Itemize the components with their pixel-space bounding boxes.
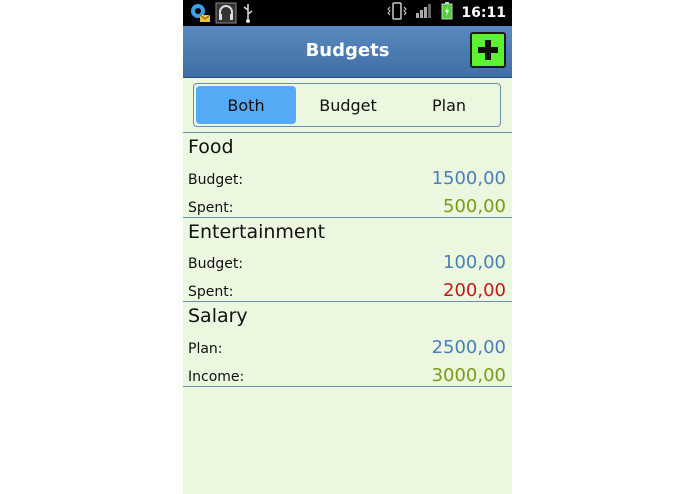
plan-value: 2500,00 (431, 337, 506, 358)
spent-value: 500,00 (443, 196, 506, 217)
phone-screen: 16:11 Budgets Both Budget Plan Food Budg… (183, 0, 512, 494)
budget-row: Budget: 100,00 (183, 247, 512, 275)
budget-value: 1500,00 (431, 168, 506, 189)
budget-value: 100,00 (443, 252, 506, 273)
status-bar: 16:11 (183, 0, 512, 26)
tab-both[interactable]: Both (196, 86, 296, 124)
row-label: Spent: (188, 200, 234, 216)
vibrate-icon (387, 1, 408, 25)
usb-icon (241, 2, 255, 28)
add-budget-button[interactable] (470, 32, 506, 68)
category-entertainment[interactable]: Entertainment Budget: 100,00 Spent: 200,… (183, 218, 512, 302)
headset-icon (215, 2, 237, 28)
plan-row: Plan: 2500,00 (183, 332, 512, 360)
category-name: Food (188, 136, 234, 158)
row-label: Income: (188, 369, 245, 385)
row-label: Budget: (188, 172, 244, 188)
signal-icon (415, 3, 433, 23)
category-name: Entertainment (188, 221, 326, 243)
category-food[interactable]: Food Budget: 1500,00 Spent: 500,00 (183, 133, 512, 218)
app-header: Budgets (183, 26, 512, 78)
filter-tabs: Both Budget Plan (193, 83, 501, 127)
page-title: Budgets (305, 40, 390, 61)
clock: 16:11 (461, 5, 506, 21)
system-icons: 16:11 (387, 0, 506, 26)
spent-value: 200,00 (443, 280, 506, 301)
notification-icons (189, 2, 255, 28)
row-label: Spent: (188, 284, 234, 300)
spent-row: Spent: 200,00 (183, 275, 512, 303)
income-row: Income: 3000,00 (183, 360, 512, 388)
divider (183, 386, 512, 387)
battery-icon (441, 2, 453, 24)
spent-row: Spent: 500,00 (183, 191, 512, 219)
category-salary[interactable]: Salary Plan: 2500,00 Income: 3000,00 (183, 302, 512, 387)
plus-icon (478, 40, 498, 60)
tab-budget[interactable]: Budget (298, 86, 398, 124)
row-label: Plan: (188, 341, 223, 357)
row-label: Budget: (188, 256, 244, 272)
category-name: Salary (188, 305, 248, 327)
settings-mail-icon (189, 2, 211, 28)
budget-row: Budget: 1500,00 (183, 163, 512, 191)
tab-plan[interactable]: Plan (400, 86, 498, 124)
income-value: 3000,00 (431, 365, 506, 386)
